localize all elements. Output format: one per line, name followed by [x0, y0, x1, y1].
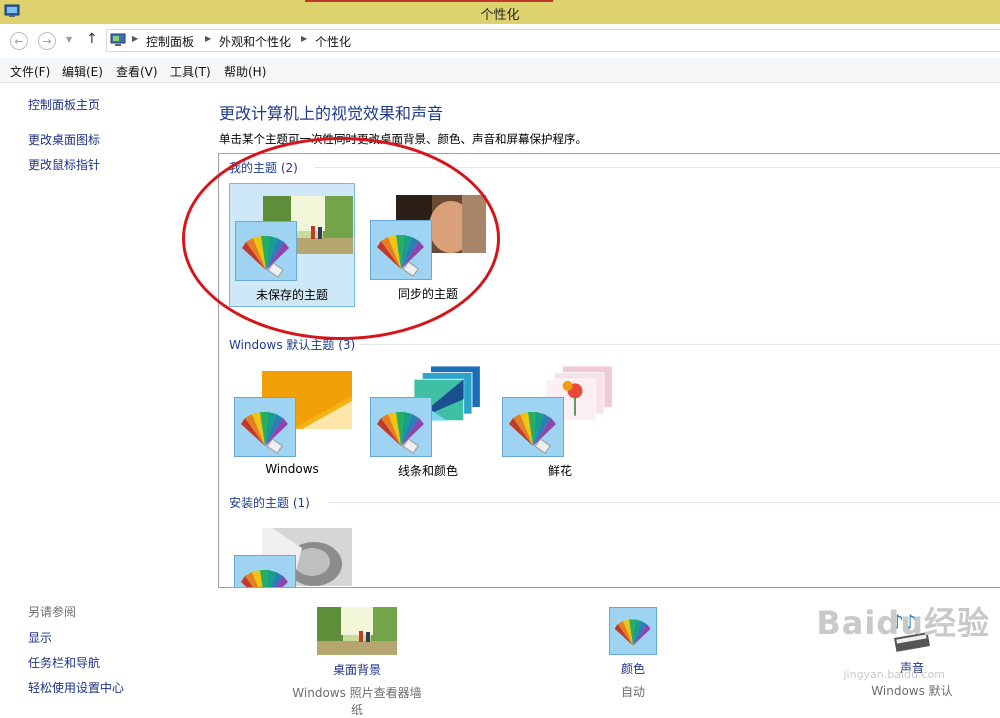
see-also-title: 另请参阅 — [28, 605, 77, 619]
theme-name: Windows — [265, 462, 319, 476]
desktop-background-thumbnail — [317, 607, 397, 655]
breadcrumb-control-panel[interactable]: 控制面板 — [146, 33, 194, 50]
setting-value: Windows 照片查看器墙纸 — [292, 686, 422, 717]
setting-value: 自动 — [620, 685, 645, 699]
recent-pages-chevron-icon[interactable]: ▼ — [66, 35, 72, 44]
display-link[interactable]: 显示 — [28, 629, 52, 646]
address-bar: ← → ▼ ↑ ▶ 控制面板 ▶ 外观和个性化 ▶ 个性化 — [0, 24, 1000, 57]
breadcrumb-separator-icon: ▶ — [301, 34, 308, 43]
change-desktop-icons-link[interactable]: 更改桌面图标 — [28, 131, 100, 148]
color-palette-icon — [502, 397, 564, 457]
annotation-ellipse — [182, 137, 500, 340]
color-palette-icon — [234, 397, 296, 457]
breadcrumb-separator-icon: ▶ — [132, 34, 139, 43]
page-title: 更改计算机上的视觉效果和声音 — [219, 104, 444, 123]
menu-edit[interactable]: 编辑(E) — [62, 63, 103, 80]
title-bar: 个性化 — [0, 0, 1000, 24]
up-arrow-icon[interactable]: ↑ — [86, 31, 98, 47]
setting-color[interactable]: 颜色 自动 — [593, 607, 673, 700]
forward-arrow-icon[interactable]: → — [38, 32, 56, 50]
setting-name: 桌面背景 — [332, 663, 381, 677]
breadcrumb-appearance[interactable]: 外观和个性化 — [219, 33, 291, 50]
color-palette-icon — [609, 607, 657, 655]
setting-name: 颜色 — [620, 662, 645, 676]
setting-desktop-background[interactable]: 桌面背景 Windows 照片查看器墙纸 — [287, 607, 427, 718]
menu-view[interactable]: 查看(V) — [116, 63, 158, 80]
theme-name: 线条和颜色 — [397, 464, 458, 478]
menu-help[interactable]: 帮助(H) — [224, 63, 266, 80]
baidu-watermark-url: jingyan.baidu.com — [843, 668, 945, 681]
taskbar-navigation-link[interactable]: 任务栏和导航 — [28, 654, 100, 671]
theme-flowers[interactable]: 鲜花 — [497, 360, 623, 484]
group-header-installed-themes: 安装的主题 (1) — [229, 496, 310, 510]
theme-windows[interactable]: Windows — [229, 360, 355, 484]
tab-accent — [305, 0, 553, 2]
theme-lines-and-colors[interactable]: 线条和颜色 — [365, 360, 491, 484]
control-panel-icon — [110, 33, 126, 46]
address-field[interactable]: ▶ 控制面板 ▶ 外观和个性化 ▶ 个性化 — [106, 29, 1000, 52]
color-palette-icon — [234, 555, 296, 587]
menu-tools[interactable]: 工具(T) — [170, 63, 211, 80]
color-palette-icon — [370, 397, 432, 457]
baidu-watermark: Baidu经验 — [816, 604, 990, 642]
ease-of-access-link[interactable]: 轻松使用设置中心 — [28, 679, 124, 696]
breadcrumb-personalization[interactable]: 个性化 — [315, 33, 351, 50]
back-arrow-icon[interactable]: ← — [10, 32, 28, 50]
menu-bar: 文件(F) 编辑(E) 查看(V) 工具(T) 帮助(H) — [0, 58, 1000, 83]
control-panel-home-link[interactable]: 控制面板主页 — [28, 96, 100, 113]
change-mouse-pointer-link[interactable]: 更改鼠标指针 — [28, 156, 100, 173]
menu-file[interactable]: 文件(F) — [10, 63, 50, 80]
setting-value: Windows 默认 — [871, 684, 953, 698]
group-divider — [359, 344, 1000, 345]
theme-installed[interactable] — [229, 518, 355, 587]
group-divider — [329, 502, 1000, 503]
breadcrumb-separator-icon: ▶ — [205, 34, 212, 43]
theme-name: 鲜花 — [547, 464, 572, 478]
window-title: 个性化 — [480, 8, 520, 23]
